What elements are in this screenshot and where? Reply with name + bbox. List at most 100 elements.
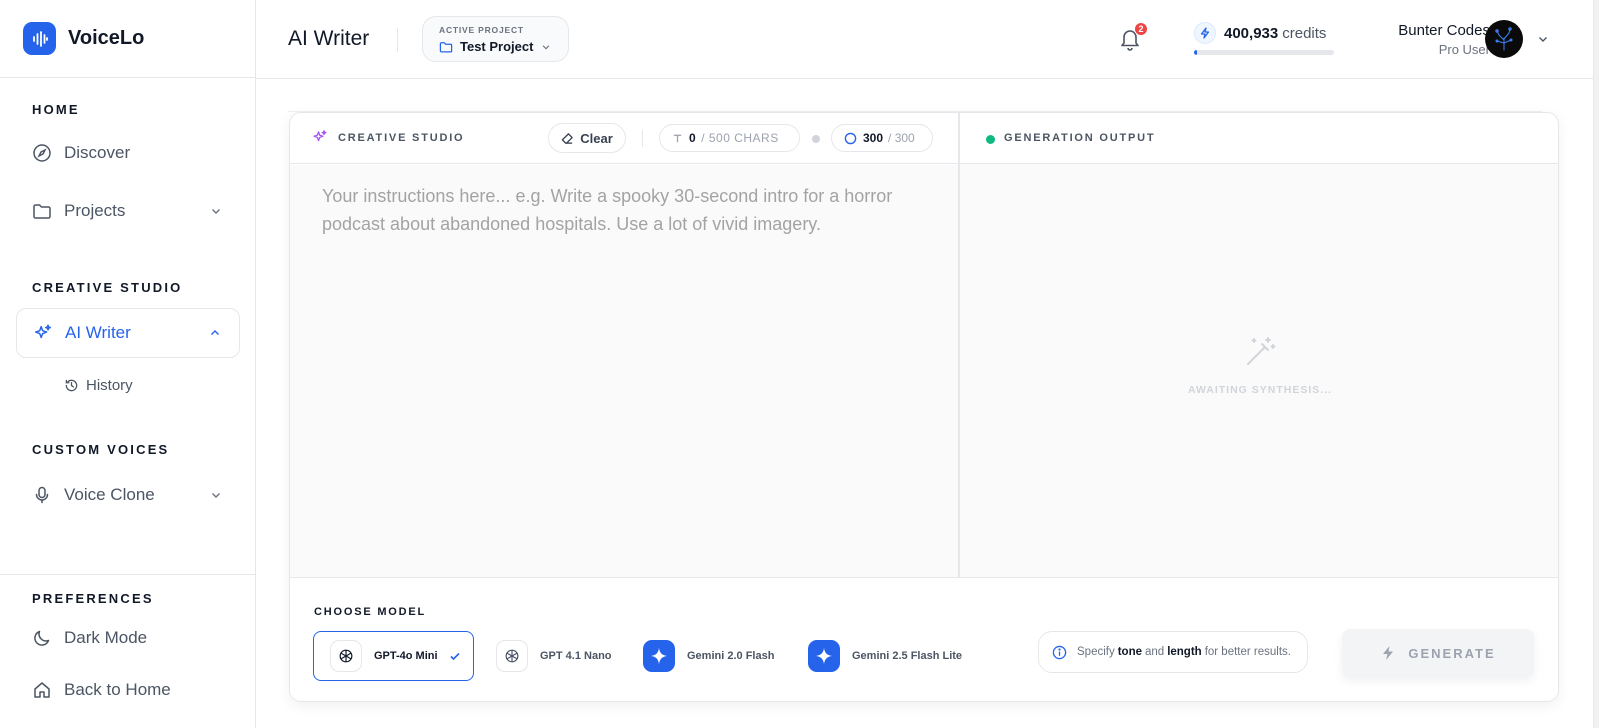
output-empty-state: AWAITING SYNTHESIS...: [960, 335, 1558, 396]
chevron-down-icon: [210, 205, 222, 217]
generation-output-panel: GENERATION OUTPUT AWAITING SYNTHESIS...: [960, 113, 1558, 577]
home-icon: [32, 680, 52, 700]
header-divider: [397, 28, 398, 52]
chevron-down-icon[interactable]: [1537, 33, 1549, 45]
microphone-icon: [32, 485, 52, 505]
sidebar-item-discover[interactable]: Discover: [16, 129, 240, 177]
scrollbar[interactable]: [1593, 0, 1599, 728]
sidebar-item-label: Dark Mode: [64, 628, 148, 647]
compass-icon: [32, 143, 52, 163]
generation-output-label: GENERATION OUTPUT: [1004, 132, 1156, 144]
eraser-icon: [561, 132, 574, 145]
writer-card: CREATIVE STUDIO Clear 0 / 500 CHARS 300 …: [289, 112, 1559, 702]
length-counter: 300 / 300: [831, 124, 933, 152]
character-counter: 0 / 500 CHARS: [659, 124, 800, 152]
sidebar-item-label: Projects: [64, 201, 126, 220]
user-name: Bunter Codes: [1398, 22, 1490, 39]
tip-suffix: for better results.: [1204, 646, 1291, 658]
chevron-up-icon: [209, 327, 221, 339]
history-icon: [64, 378, 79, 393]
top-header: AI Writer ACTIVE PROJECT Test Project 2 …: [256, 0, 1593, 79]
model-label: Gemini 2.0 Flash: [687, 650, 775, 662]
credits-progress-fill: [1194, 50, 1197, 55]
openai-icon: [330, 640, 362, 672]
sidebar-item-label: AI Writer: [65, 323, 131, 342]
generate-button[interactable]: GENERATE: [1342, 629, 1534, 677]
credits-indicator: 400,933 credits: [1194, 22, 1334, 55]
lightning-icon: [1380, 645, 1396, 661]
lightning-icon: [1194, 22, 1216, 44]
tip-prefix: Specify: [1077, 646, 1115, 658]
folder-icon: [439, 40, 453, 54]
length-limit: / 300: [888, 131, 915, 145]
active-project-kicker: ACTIVE PROJECT: [439, 25, 524, 35]
generation-output-header: GENERATION OUTPUT: [960, 113, 1558, 164]
clear-label: Clear: [580, 130, 613, 146]
sidebar-subitem-history[interactable]: History: [64, 377, 133, 394]
separator-dot: [812, 135, 820, 143]
section-creative-studio: CREATIVE STUDIO: [32, 280, 183, 295]
awaiting-text: AWAITING SYNTHESIS...: [1187, 384, 1333, 396]
creative-studio-header: CREATIVE STUDIO Clear 0 / 500 CHARS 300 …: [290, 113, 958, 164]
credits-amount: 400,933: [1224, 24, 1279, 42]
circle-icon: [844, 132, 857, 145]
character-count: 0: [689, 131, 697, 145]
sidebar-item-ai-writer[interactable]: AI Writer: [16, 308, 240, 358]
active-project-selector[interactable]: ACTIVE PROJECT Test Project: [422, 16, 569, 62]
model-label: GPT 4.1 Nano: [540, 650, 612, 662]
sidebar-divider: [0, 574, 256, 575]
user-info[interactable]: Bunter Codes Pro User: [1336, 22, 1490, 57]
sidebar: VoiceLo HOME Discover Projects CREATIVE …: [0, 0, 256, 728]
header-divider: [642, 130, 643, 147]
page-title: AI Writer: [288, 27, 370, 50]
sidebar-item-back-home[interactable]: Back to Home: [16, 666, 240, 714]
gemini-icon: [643, 640, 675, 672]
magic-wand-icon: [1243, 335, 1277, 369]
prompt-textarea[interactable]: [290, 165, 958, 577]
credits-unit: credits: [1282, 24, 1327, 42]
model-option-gpt-4o-mini[interactable]: GPT-4o Mini: [313, 631, 474, 681]
choose-model-label: CHOOSE MODEL: [314, 606, 427, 618]
tip-banner: Specify tone and length for better resul…: [1038, 631, 1308, 673]
tip-length: length: [1167, 646, 1202, 658]
model-label: Gemini 2.5 Flash Lite: [852, 650, 963, 662]
check-icon: [449, 650, 461, 662]
waveform-icon: [23, 22, 56, 55]
sidebar-item-voice-clone[interactable]: Voice Clone: [16, 471, 240, 519]
model-option-gemini-2-0-flash[interactable]: Gemini 2.0 Flash: [643, 631, 774, 681]
section-custom-voices: CUSTOM VOICES: [32, 442, 170, 457]
sidebar-item-label: History: [86, 377, 133, 394]
length-count: 300: [863, 131, 884, 145]
model-option-gemini-2-5-flash-lite[interactable]: Gemini 2.5 Flash Lite: [808, 631, 962, 681]
user-role: Pro User: [1438, 42, 1490, 57]
model-label: GPT-4o Mini: [374, 650, 438, 662]
section-home: HOME: [32, 102, 80, 117]
openai-icon: [496, 640, 528, 672]
sidebar-item-dark-mode[interactable]: Dark Mode: [16, 614, 240, 662]
section-preferences: PREFERENCES: [32, 591, 154, 606]
brand-name: VoiceLo: [68, 27, 145, 49]
info-icon: [1052, 645, 1067, 660]
tip-and: and: [1145, 646, 1165, 658]
notification-badge: 2: [1134, 22, 1148, 36]
active-project-name: Test Project: [460, 39, 534, 54]
sidebar-item-label: Discover: [64, 143, 131, 162]
model-footer: CHOOSE MODEL GPT-4o Mini GPT 4.1 Nano Ge…: [290, 577, 1558, 701]
clear-button[interactable]: Clear: [548, 123, 626, 153]
character-limit: / 500 CHARS: [701, 131, 779, 145]
folder-icon: [32, 201, 52, 221]
model-option-gpt-4-1-nano[interactable]: GPT 4.1 Nano: [496, 631, 612, 681]
avatar[interactable]: [1485, 20, 1523, 58]
chevron-down-icon: [210, 489, 222, 501]
sidebar-item-projects[interactable]: Projects: [16, 187, 240, 235]
sidebar-item-label: Back to Home: [64, 680, 171, 699]
text-size-icon: [672, 133, 683, 144]
creative-studio-label: CREATIVE STUDIO: [338, 132, 465, 144]
credits-progress-bar: [1194, 50, 1334, 55]
generate-label: GENERATE: [1408, 645, 1496, 661]
sparkles-icon: [312, 129, 328, 145]
chevron-down-icon: [541, 42, 551, 52]
brand[interactable]: VoiceLo: [0, 0, 255, 78]
gemini-icon: [808, 640, 840, 672]
status-dot: [986, 135, 995, 144]
